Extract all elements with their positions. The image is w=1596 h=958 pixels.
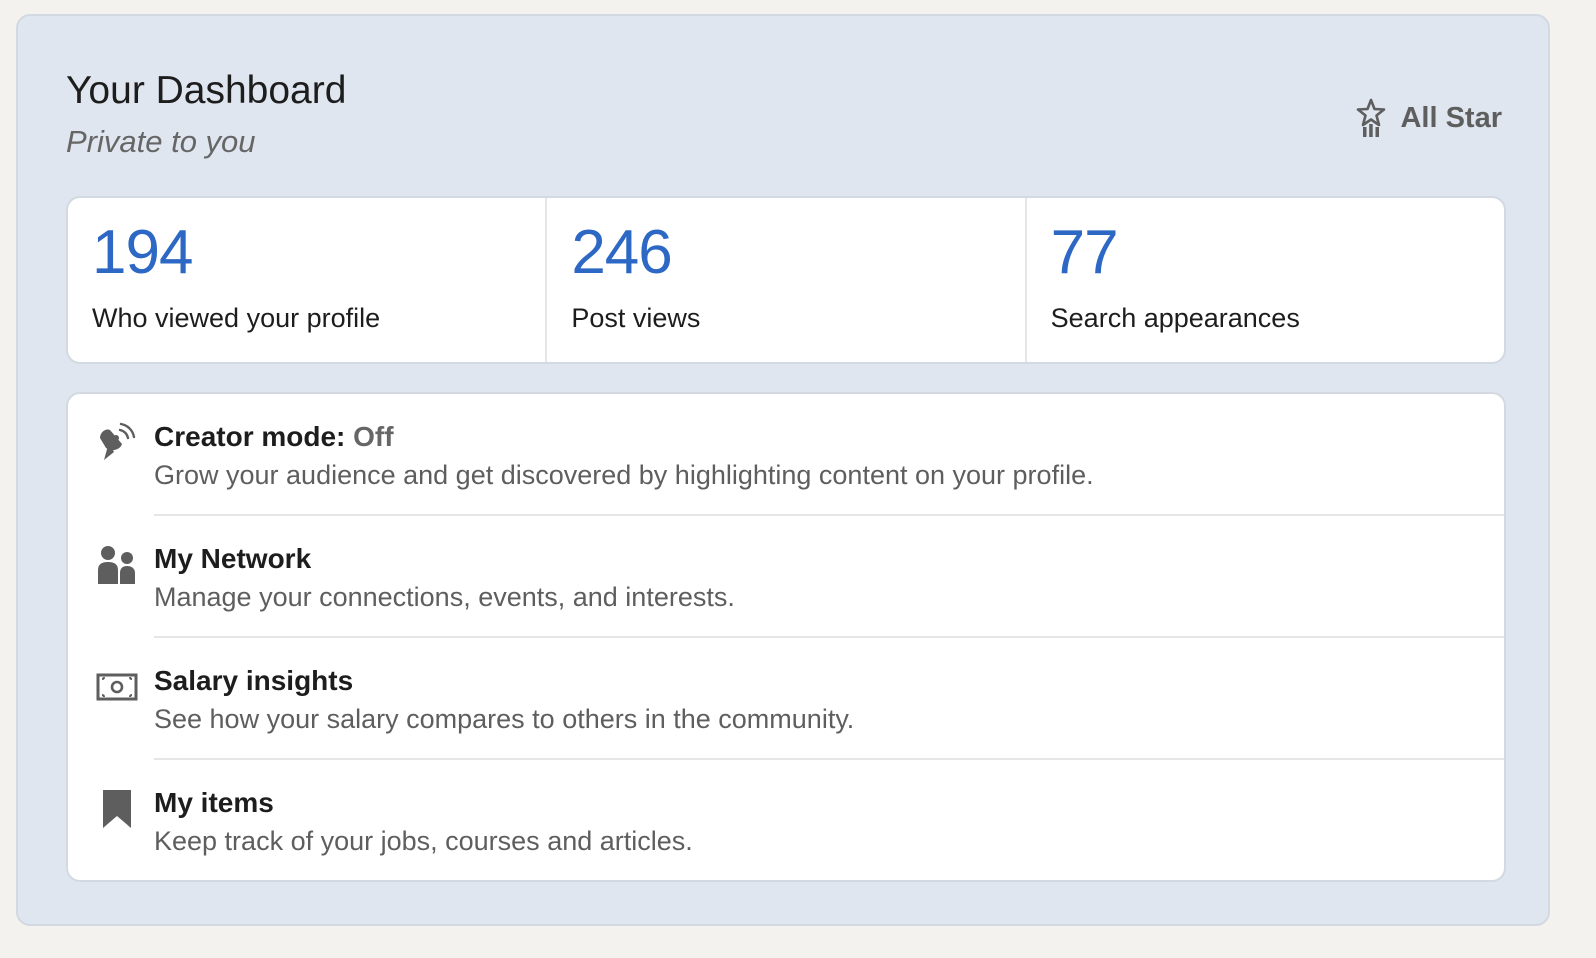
feature-title: Salary insights — [154, 665, 354, 696]
stat-label: Post views — [571, 303, 701, 333]
stat-value: 77 — [1050, 218, 1119, 287]
network-icon — [96, 544, 138, 586]
feature-creator-mode[interactable]: Creator mode: Off Grow your audience and… — [68, 394, 1504, 516]
creator-mode-status: Off — [353, 421, 394, 452]
feature-description: Grow your audience and get discovered by… — [154, 460, 1094, 490]
feature-title: My items — [154, 787, 274, 818]
stat-profile-viewers[interactable]: 194 Who viewed your profile — [68, 198, 548, 362]
all-star-badge[interactable]: All Star — [1356, 98, 1502, 138]
feature-description: Manage your connections, events, and int… — [154, 582, 735, 612]
stat-label: Search appearances — [1050, 303, 1300, 333]
dashboard-header: Your Dashboard Private to you — [66, 68, 346, 160]
feature-text: Creator mode: Off Grow your audience and… — [154, 420, 1504, 491]
feature-text: Salary insights See how your salary comp… — [154, 664, 1504, 735]
dashboard-card: Your Dashboard Private to you All Star 1… — [16, 14, 1550, 926]
stat-search-appearances[interactable]: 77 Search appearances — [1027, 198, 1504, 362]
page-title: Your Dashboard — [66, 69, 347, 112]
feature-title: Creator mode: Off — [154, 420, 1504, 454]
feature-description: Keep track of your jobs, courses and art… — [154, 826, 693, 856]
salary-icon — [96, 666, 138, 708]
feature-text: My Network Manage your connections, even… — [154, 542, 1504, 613]
feature-description: See how your salary compares to others i… — [154, 704, 855, 734]
stat-value: 194 — [92, 218, 193, 287]
all-star-icon — [1356, 98, 1386, 138]
stats-panel: 194 Who viewed your profile 246 Post vie… — [66, 196, 1506, 364]
privacy-subtitle: Private to you — [66, 124, 256, 159]
feature-text: My items Keep track of your jobs, course… — [154, 786, 1504, 857]
stat-value: 246 — [571, 218, 672, 287]
stat-post-views[interactable]: 246 Post views — [547, 198, 1027, 362]
all-star-label: All Star — [1400, 101, 1502, 134]
features-panel: Creator mode: Off Grow your audience and… — [66, 392, 1506, 882]
bookmark-icon — [96, 788, 138, 830]
stat-label: Who viewed your profile — [92, 303, 381, 333]
feature-salary-insights[interactable]: Salary insights See how your salary comp… — [68, 638, 1504, 760]
feature-title: My Network — [154, 543, 312, 574]
feature-my-items[interactable]: My items Keep track of your jobs, course… — [68, 760, 1504, 880]
creator-mode-icon — [96, 422, 138, 464]
feature-my-network[interactable]: My Network Manage your connections, even… — [68, 516, 1504, 638]
creator-mode-label: Creator mode: — [154, 421, 346, 452]
